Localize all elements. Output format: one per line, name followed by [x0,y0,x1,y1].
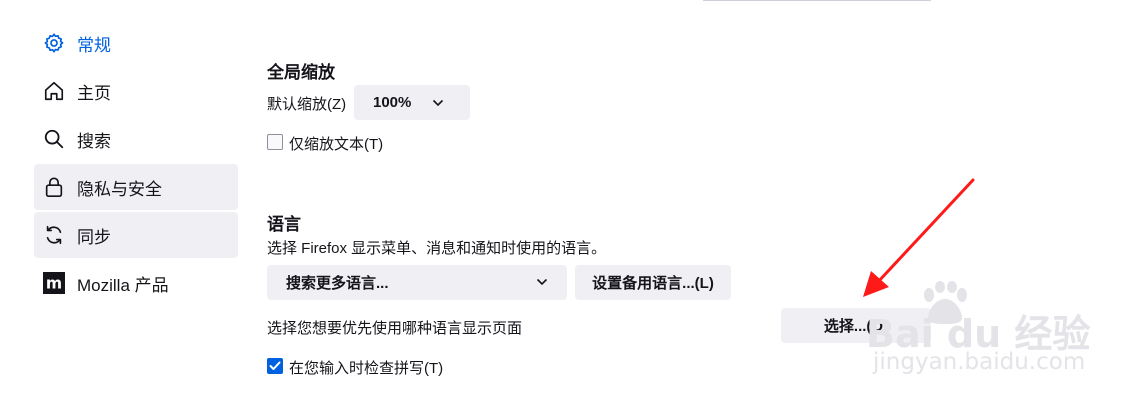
sidebar-item-mozilla-products[interactable]: m Mozilla 产品 [34,260,238,306]
sidebar-item-sync[interactable]: 同步 [34,212,238,258]
lock-icon [42,175,66,199]
zoom-text-only-label: 仅缩放文本(T) [289,136,384,153]
language-heading: 语言 [267,215,301,234]
zoom-heading: 全局缩放 [267,63,335,82]
sidebar-item-label: Mozilla 产品 [77,275,169,295]
sidebar-item-privacy[interactable]: 隐私与安全 [34,164,238,210]
search-icon [42,127,66,151]
set-alternative-languages-button[interactable]: 设置备用语言...(L) [575,265,731,300]
spellcheck-label: 在您输入时检查拼写(T) [289,360,444,377]
sidebar-item-label: 主页 [77,83,111,103]
chevron-down-icon [432,99,444,107]
language-description: 选择 Firefox 显示菜单、消息和通知时使用的语言。 [267,240,607,257]
chevron-down-icon [536,278,548,286]
sidebar-item-label: 搜索 [77,131,111,151]
sidebar: 常规 主页 搜索 隐私与安全 同步 m Mozilla 产品 [34,20,238,308]
search-more-languages-label: 搜索更多语言... [286,275,389,292]
mozilla-icon: m [42,271,66,295]
spellcheck-checkbox[interactable] [267,358,283,374]
default-zoom-select[interactable]: 100% [354,85,470,120]
watermark-url: jingyan.baidu.com [873,349,1086,375]
svg-text:m: m [46,275,62,293]
set-alternative-languages-label: 设置备用语言...(L) [592,275,714,292]
search-more-languages-select[interactable]: 搜索更多语言... [267,265,567,300]
page-language-label: 选择您想要优先使用哪种语言显示页面 [267,320,523,337]
sidebar-item-search[interactable]: 搜索 [34,116,238,162]
home-icon [42,79,66,103]
default-zoom-label: 默认缩放(Z) [267,96,347,113]
sidebar-item-home[interactable]: 主页 [34,68,238,114]
zoom-text-only-checkbox[interactable] [267,134,283,150]
top-divider [703,0,931,1]
sidebar-item-general[interactable]: 常规 [34,20,238,66]
sync-icon [42,223,66,247]
sidebar-item-label: 常规 [77,35,111,55]
sidebar-item-label: 同步 [77,227,111,247]
sidebar-item-label: 隐私与安全 [77,179,162,199]
default-zoom-value: 100% [373,94,412,111]
gear-icon [42,31,66,55]
